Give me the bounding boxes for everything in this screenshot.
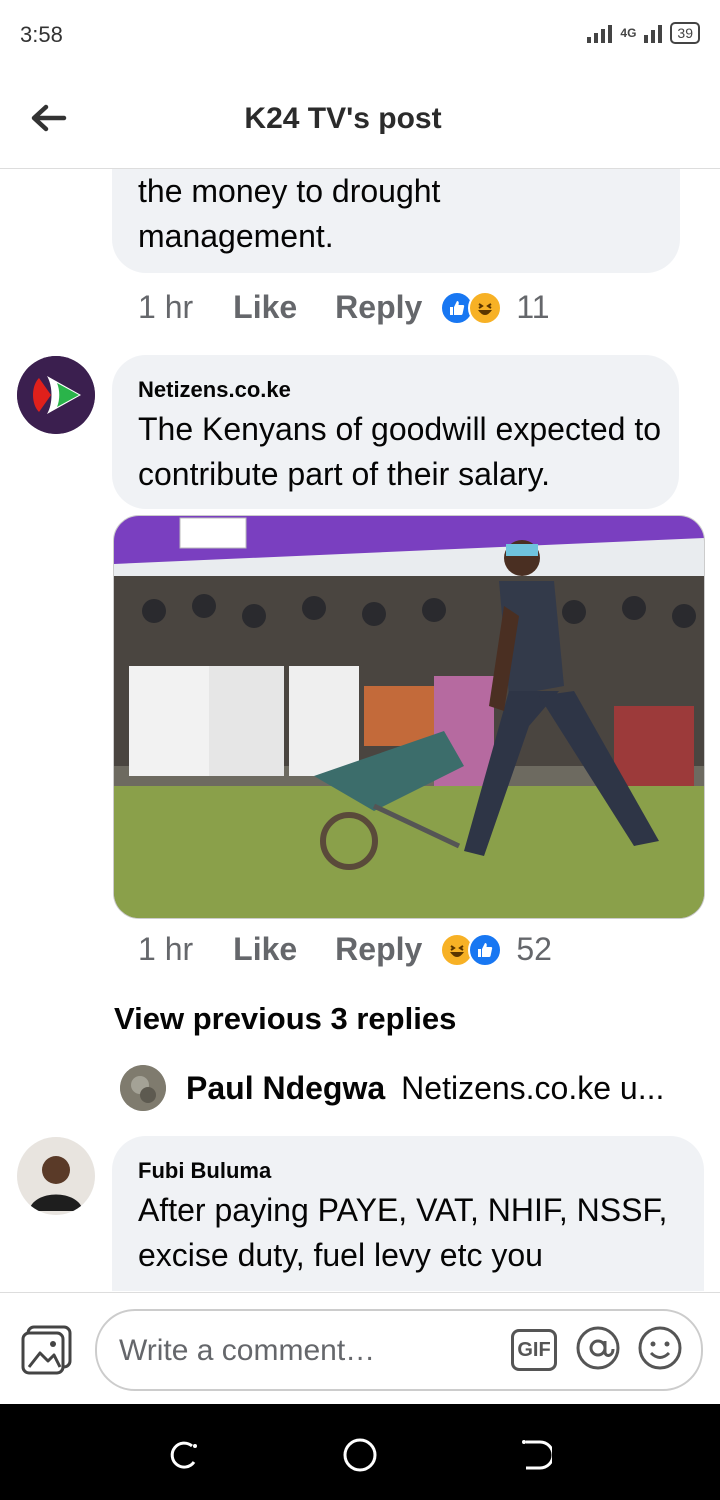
- avatar[interactable]: [17, 356, 95, 434]
- like-button[interactable]: Like: [233, 931, 297, 968]
- comment-time: 1 hr: [138, 289, 194, 325]
- reactions[interactable]: [440, 932, 503, 967]
- signal-icon: [587, 23, 613, 43]
- paul-avatar-image: [120, 1065, 166, 1111]
- reactions[interactable]: [440, 290, 503, 325]
- mention-icon[interactable]: [575, 1325, 621, 1371]
- recents-icon[interactable]: [166, 1438, 200, 1472]
- page-title: K24 TV's post: [244, 102, 442, 135]
- fubi-avatar-image: [17, 1137, 95, 1215]
- battery-icon: 39: [670, 22, 700, 44]
- haha-reaction-icon: [468, 290, 503, 325]
- reaction-count: 52: [516, 931, 552, 967]
- comment-actions: 1 hr Like Reply 11: [138, 289, 550, 326]
- signal-icon-2: [644, 23, 663, 43]
- comment-bubble[interactable]: the money to drought management.: [112, 169, 680, 273]
- comment-bubble[interactable]: Netizens.co.ke The Kenyans of goodwill e…: [112, 355, 679, 509]
- reply-author[interactable]: Paul Ndegwa: [186, 1070, 385, 1107]
- photo-icon[interactable]: [20, 1325, 74, 1375]
- like-reaction-icon: [468, 932, 503, 967]
- comment-text: The Kenyans of goodwill expected to cont…: [138, 411, 661, 492]
- reaction-count: 11: [516, 289, 550, 325]
- avatar[interactable]: [120, 1065, 166, 1111]
- network-type: 4G: [620, 26, 637, 40]
- comment-author[interactable]: Netizens.co.ke: [138, 377, 291, 403]
- home-icon[interactable]: [341, 1436, 379, 1474]
- comment-author[interactable]: Fubi Buluma: [138, 1158, 271, 1184]
- comment-actions: 1 hr Like Reply 52: [138, 931, 552, 968]
- comment-text: the money to drought management.: [138, 173, 441, 254]
- view-previous-replies[interactable]: View previous 3 replies: [114, 1001, 456, 1037]
- reply-preview[interactable]: Paul Ndegwa Netizens.co.ke u...: [120, 1065, 664, 1111]
- status-icons: 4G 39: [587, 22, 700, 44]
- gif-label: GIF: [517, 1339, 551, 1361]
- gif-icon[interactable]: GIF: [511, 1329, 557, 1371]
- like-button[interactable]: Like: [233, 289, 297, 326]
- comments-list[interactable]: the money to drought management. 1 hr Li…: [0, 169, 720, 1291]
- comment-photo[interactable]: [113, 515, 705, 919]
- post-header: K24 TV's post: [0, 72, 720, 169]
- status-time: 3:58: [20, 22, 63, 47]
- reply-button[interactable]: Reply: [335, 289, 422, 326]
- comment-time: 1 hr: [138, 931, 194, 967]
- comment-bubble[interactable]: Fubi Buluma After paying PAYE, VAT, NHIF…: [112, 1136, 704, 1291]
- system-nav-bar: [0, 1404, 720, 1500]
- reply-button[interactable]: Reply: [335, 931, 422, 968]
- emoji-icon[interactable]: [637, 1325, 683, 1371]
- back-nav-icon[interactable]: [518, 1438, 552, 1472]
- comment-placeholder: Write a comment…: [119, 1334, 376, 1367]
- comment-text: After paying PAYE, VAT, NHIF, NSSF, exci…: [138, 1192, 668, 1273]
- photo-image: [114, 516, 704, 918]
- avatar[interactable]: [17, 1137, 95, 1215]
- netizens-logo-icon: [17, 356, 95, 434]
- comment-composer: Write a comment… GIF: [0, 1292, 720, 1405]
- comment-input[interactable]: Write a comment… GIF: [95, 1309, 703, 1391]
- reply-text: Netizens.co.ke u...: [401, 1069, 665, 1106]
- status-bar: 3:58 4G 39: [0, 0, 720, 72]
